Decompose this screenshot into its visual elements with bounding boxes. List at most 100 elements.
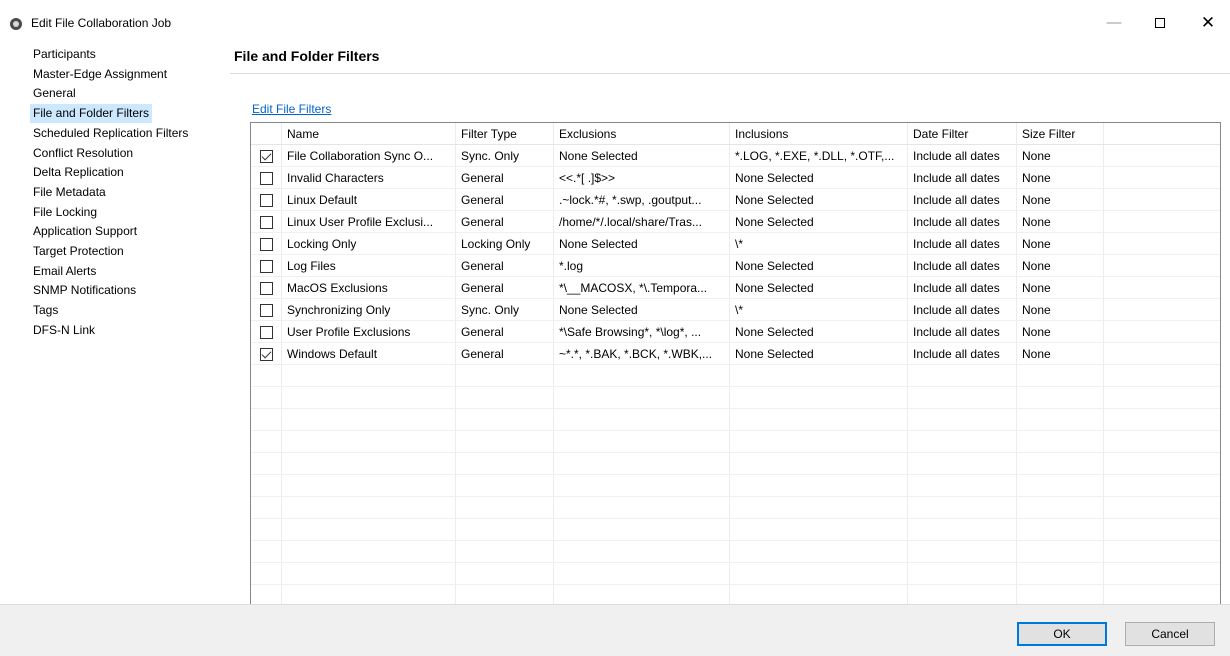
empty-row <box>251 475 1220 497</box>
cell-size-filter: None <box>1022 171 1051 185</box>
cell-size-filter: None <box>1022 237 1051 251</box>
cell-inclusions: None Selected <box>735 347 814 361</box>
cell-exclusions: None Selected <box>559 237 638 251</box>
cell-filter-type: General <box>461 259 504 273</box>
filter-checkbox[interactable] <box>260 326 273 339</box>
sidebar-item-file-metadata[interactable]: File Metadata <box>30 183 109 202</box>
filters-table: Name Filter Type Exclusions Inclusions Date … <box>250 122 1221 644</box>
sidebar-item-conflict-resolution[interactable]: Conflict Resolution <box>30 144 136 163</box>
cell-name: Linux User Profile Exclusi... <box>287 215 434 229</box>
title-divider <box>230 73 1230 74</box>
cell-exclusions: ~*.*, *.BAK, *.BCK, *.WBK,... <box>559 347 713 361</box>
filter-checkbox[interactable] <box>260 238 273 251</box>
filter-checkbox[interactable] <box>260 282 273 295</box>
table-row[interactable]: Invalid Characters General <<.*[ .]$>> None… <box>251 167 1220 189</box>
filter-checkbox[interactable] <box>260 260 273 273</box>
sidebar-item-file-and-folder-filters[interactable]: File and Folder Filters <box>30 104 153 124</box>
empty-row <box>251 409 1220 431</box>
cell-name: Locking Only <box>287 237 357 251</box>
cell-date-filter: Include all dates <box>913 325 1000 339</box>
cell-name: Windows Default <box>287 347 378 361</box>
filter-checkbox[interactable] <box>260 194 273 207</box>
cell-date-filter: Include all dates <box>913 149 1000 163</box>
filter-checkbox[interactable] <box>260 172 273 185</box>
sidebar-item-email-alerts[interactable]: Email Alerts <box>30 262 99 281</box>
cell-name: Linux Default <box>287 193 358 207</box>
cell-exclusions: .~lock.*#, *.swp, .goutput... <box>559 193 702 207</box>
cell-inclusions: None Selected <box>735 193 814 207</box>
filter-checkbox[interactable] <box>260 348 273 361</box>
table-row[interactable]: File Collaboration Sync O... Sync. Only No… <box>251 145 1220 167</box>
cell-filter-type: General <box>461 171 504 185</box>
column-header-date-filter[interactable]: Date Filter <box>907 123 1016 145</box>
empty-row <box>251 497 1220 519</box>
filter-checkbox[interactable] <box>260 304 273 317</box>
filter-checkbox[interactable] <box>260 216 273 229</box>
cell-date-filter: Include all dates <box>913 347 1000 361</box>
sidebar-item-target-protection[interactable]: Target Protection <box>30 242 127 261</box>
column-header-filter-type[interactable]: Filter Type <box>455 123 553 145</box>
cell-name: Log Files <box>287 259 336 273</box>
column-header-size-filter[interactable]: Size Filter <box>1016 123 1103 145</box>
table-row[interactable]: Linux User Profile Exclusi... General/hom… <box>251 211 1220 233</box>
cell-inclusions: None Selected <box>735 259 814 273</box>
cell-name: MacOS Exclusions <box>287 281 388 295</box>
sidebar-item-tags[interactable]: Tags <box>30 301 61 320</box>
sidebar-item-delta-replication[interactable]: Delta Replication <box>30 163 127 182</box>
table-row[interactable]: Log Files General *.log None Selected Includ… <box>251 255 1220 277</box>
table-row[interactable]: Linux Default General .~lock.*#, *.swp, .g… <box>251 189 1220 211</box>
cell-name: Invalid Characters <box>287 171 384 185</box>
maximize-button[interactable] <box>1138 10 1182 36</box>
column-header-exclusions[interactable]: Exclusions <box>553 123 729 145</box>
empty-row <box>251 387 1220 409</box>
cell-filter-type: General <box>461 193 504 207</box>
column-header-inclusions[interactable]: Inclusions <box>729 123 907 145</box>
cell-date-filter: Include all dates <box>913 215 1000 229</box>
table-row[interactable]: User Profile Exclusions General *\Safe Bro… <box>251 321 1220 343</box>
table-row[interactable]: Locking Only Locking Only None Selected \* I… <box>251 233 1220 255</box>
ok-button[interactable]: OK <box>1017 622 1107 646</box>
cell-inclusions: None Selected <box>735 281 814 295</box>
table-row[interactable]: MacOS Exclusions General *\__MACOSX, *\.Te… <box>251 277 1220 299</box>
empty-row <box>251 365 1220 387</box>
cell-date-filter: Include all dates <box>913 193 1000 207</box>
cell-size-filter: None <box>1022 259 1051 273</box>
cancel-button[interactable]: Cancel <box>1125 622 1215 646</box>
sidebar-item-participants[interactable]: Participants <box>30 45 99 64</box>
edit-file-filters-link[interactable]: Edit File Filters <box>252 102 331 116</box>
minimize-button[interactable]: — <box>1092 10 1136 36</box>
cell-exclusions: *\Safe Browsing*, *\log*, ... <box>559 325 702 339</box>
table-row[interactable]: Windows Default General ~*.*, *.BAK, *.BCK… <box>251 343 1220 365</box>
app-icon <box>10 18 22 30</box>
cell-exclusions: /home/*/.local/share/Tras... <box>559 215 702 229</box>
empty-row <box>251 519 1220 541</box>
cell-inclusions: \* <box>735 303 744 317</box>
table-header-row: Name Filter Type Exclusions Inclusions Date … <box>251 123 1220 145</box>
sidebar-item-master-edge-assignment[interactable]: Master-Edge Assignment <box>30 65 170 84</box>
cell-inclusions: None Selected <box>735 325 814 339</box>
cell-size-filter: None <box>1022 149 1051 163</box>
sidebar-item-general[interactable]: General <box>30 84 79 103</box>
sidebar-item-application-support[interactable]: Application Support <box>30 222 140 241</box>
cell-exclusions: None Selected <box>559 149 638 163</box>
sidebar-item-dfs-n-link[interactable]: DFS-N Link <box>30 321 98 340</box>
cell-inclusions: None Selected <box>735 215 814 229</box>
table-row[interactable]: Synchronizing Only Sync. Only None Selecte… <box>251 299 1220 321</box>
cell-inclusions: \* <box>735 237 744 251</box>
sidebar-item-file-locking[interactable]: File Locking <box>30 203 100 222</box>
column-header-name[interactable]: Name <box>281 123 455 145</box>
cell-exclusions: *.log <box>559 259 584 273</box>
cell-name: File Collaboration Sync O... <box>287 149 434 163</box>
cell-exclusions: None Selected <box>559 303 638 317</box>
sidebar-item-scheduled-replication-filters[interactable]: Scheduled Replication Filters <box>30 124 191 143</box>
cell-size-filter: None <box>1022 303 1051 317</box>
cell-size-filter: None <box>1022 347 1051 361</box>
empty-row <box>251 431 1220 453</box>
filter-checkbox[interactable] <box>260 150 273 163</box>
close-button[interactable]: ✕ <box>1186 10 1230 36</box>
cell-filter-type: General <box>461 215 504 229</box>
cell-filter-type: Sync. Only <box>461 149 520 163</box>
cell-filter-type: General <box>461 347 504 361</box>
page-title: File and Folder Filters <box>234 48 380 64</box>
sidebar-item-snmp-notifications[interactable]: SNMP Notifications <box>30 281 139 300</box>
